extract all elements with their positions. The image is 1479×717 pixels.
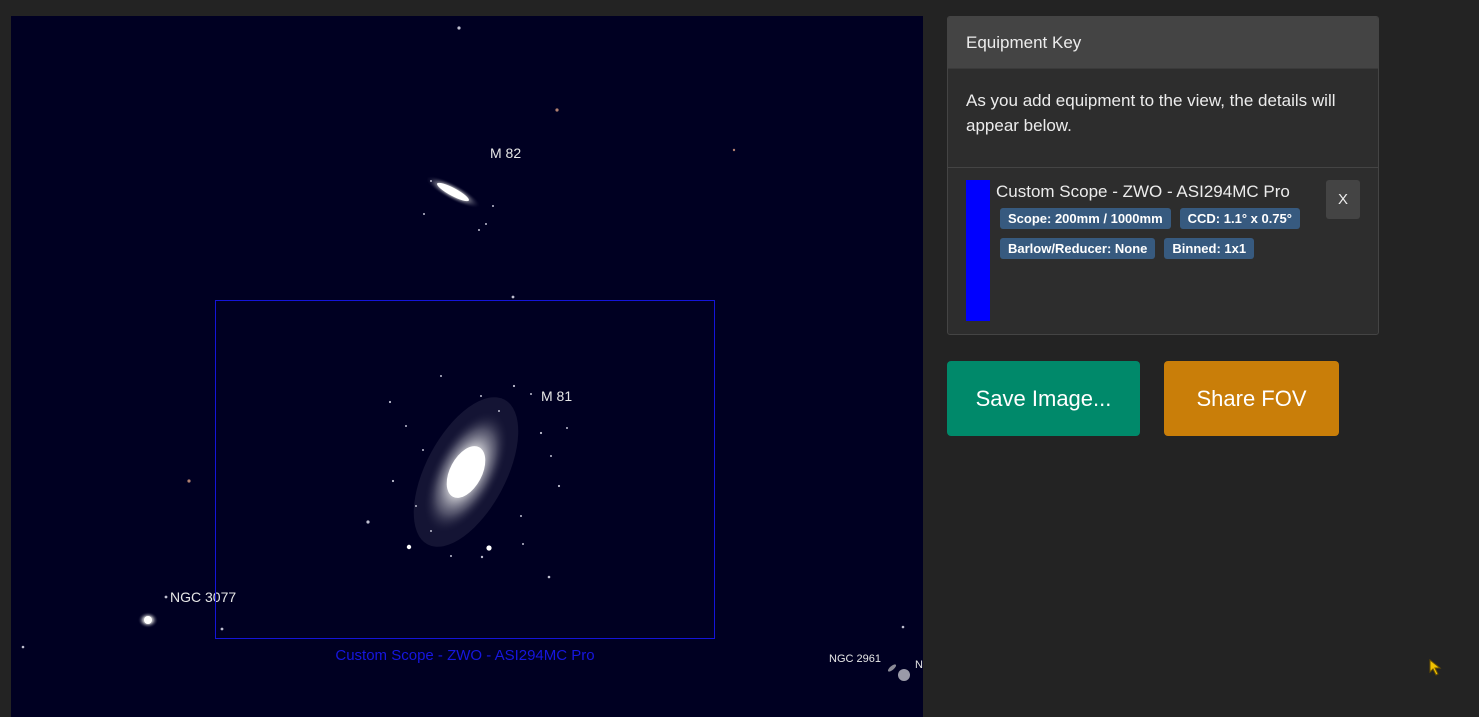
equipment-key-intro: As you add equipment to the view, the de… [948, 69, 1378, 168]
badge-binned: Binned: 1x1 [1164, 238, 1255, 259]
label-n: N [915, 659, 923, 671]
save-image-button[interactable]: Save Image... [947, 361, 1140, 436]
equipment-name: Custom Scope - ZWO - ASI294MC Pro [996, 182, 1290, 201]
galaxy-ngc-3077 [138, 612, 158, 628]
badge-barlow-reducer: Barlow/Reducer: None [1000, 238, 1156, 259]
share-fov-button[interactable]: Share FOV [1164, 361, 1339, 436]
equipment-color-swatch [966, 180, 990, 321]
badge-scope: Scope: 200mm / 1000mm [1000, 208, 1171, 229]
fov-frame[interactable] [215, 300, 715, 639]
equipment-key-panel: Equipment Key As you add equipment to th… [947, 16, 1379, 335]
label-ngc-2961: NGC 2961 [829, 653, 881, 665]
galaxy-ngc-2961 [887, 664, 910, 681]
equipment-key-title: Equipment Key [948, 17, 1378, 69]
equipment-badges: Scope: 200mm / 1000mm CCD: 1.1° x 0.75° B… [1000, 208, 1320, 268]
sky-view[interactable]: M 82 M 81 NGC 3077 NGC 2961 N Custom Sco… [11, 16, 923, 717]
fov-label: Custom Scope - ZWO - ASI294MC Pro [335, 647, 595, 664]
badge-ccd: CCD: 1.1° x 0.75° [1179, 208, 1300, 229]
remove-equipment-button[interactable]: X [1326, 180, 1360, 219]
equipment-item: Custom Scope - ZWO - ASI294MC Pro Scope:… [948, 168, 1378, 334]
label-m82: M 82 [490, 145, 522, 161]
galaxy-m82 [426, 176, 480, 208]
mouse-cursor-icon [1429, 659, 1442, 676]
